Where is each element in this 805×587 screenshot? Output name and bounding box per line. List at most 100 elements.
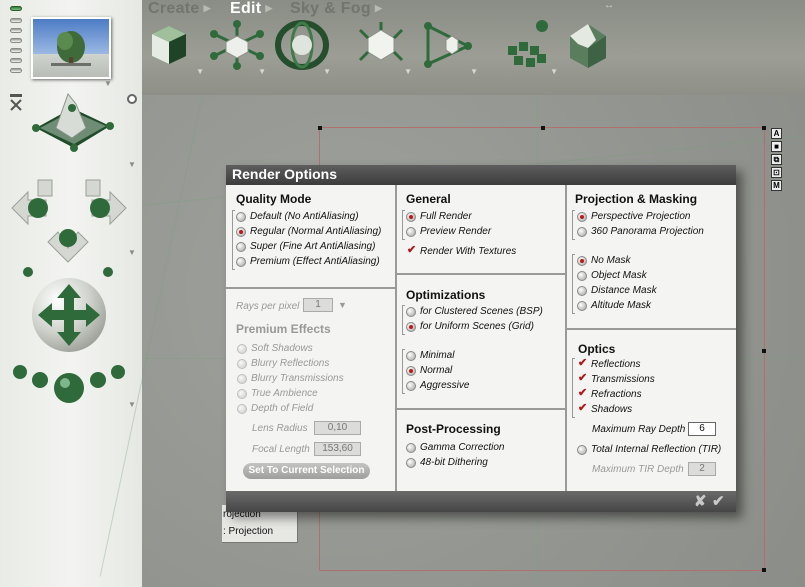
selection-handle[interactable] [318,126,322,130]
optimization-clustered-bsp[interactable]: for Clustered Scenes (BSP) [406,306,543,318]
optimization-aggressive[interactable]: Aggressive [406,380,469,392]
premium-effect-blurry-reflections[interactable]: Blurry Reflections [237,358,329,370]
optics-reflections-checkbox[interactable]: ✔ Reflections [577,357,640,371]
radio-selected-icon[interactable] [406,366,416,376]
optimization-minimal[interactable]: Minimal [406,350,454,362]
radio-icon[interactable] [577,271,587,281]
tab-sky-fog[interactable]: Sky & Fog ▶ [290,0,382,18]
radio-icon[interactable] [237,389,247,399]
radio-dot-icon[interactable] [127,94,137,104]
set-to-current-selection-button[interactable]: Set To Current Selection [243,463,370,479]
premium-effect-depth-of-field[interactable]: Depth of Field [237,403,313,415]
scene-preview-thumbnail[interactable] [31,17,111,79]
radio-icon[interactable] [577,286,587,296]
optimization-normal[interactable]: Normal [406,365,452,377]
radio-icon[interactable] [237,344,247,354]
checkmark-icon[interactable]: ✔ [578,402,587,414]
tir-option[interactable]: Total Internal Reflection (TIR) [577,444,721,456]
mask-altitude[interactable]: Altitude Mask [577,300,651,312]
max-tir-depth-field[interactable]: 2 [688,462,716,476]
rays-dropdown-arrow-icon[interactable]: ▼ [338,300,347,310]
slider-notch[interactable] [10,68,22,73]
projection-panorama-360[interactable]: 360 Panorama Projection [577,226,704,238]
rotate-sphere-icon[interactable] [32,278,106,352]
radio-selected-icon[interactable] [406,322,416,332]
lens-radius-field[interactable]: 0,10 [314,421,361,435]
post-gamma-correction[interactable]: Gamma Correction [406,442,504,454]
radio-selected-icon[interactable] [406,212,416,222]
tab-create[interactable]: Create ▶ [148,0,211,18]
ok-button[interactable]: ✔ [712,492,725,510]
radio-icon[interactable] [577,301,587,311]
quality-option-default[interactable]: Default (No AntiAliasing) [236,211,359,223]
side-icon-layers[interactable]: ⧉ [771,154,782,165]
dialog-title[interactable]: Render Options [226,165,736,185]
radio-icon[interactable] [237,359,247,369]
checkmark-icon[interactable]: ✔ [578,387,587,399]
terrain-object-icon[interactable] [26,88,118,156]
slider-notch[interactable] [10,58,22,63]
tool-menu-arrow[interactable]: ▼ [404,67,412,76]
radio-icon[interactable] [406,443,416,453]
premium-effect-blurry-transmissions[interactable]: Blurry Transmissions [237,373,344,385]
radio-selected-icon[interactable] [577,256,587,266]
slider-notch[interactable] [10,6,22,11]
radio-icon[interactable] [237,404,247,414]
general-option-full-render[interactable]: Full Render [406,211,472,223]
general-option-preview-render[interactable]: Preview Render [406,226,491,238]
resize-arrows-icon[interactable]: ↔ [604,0,614,11]
tool-menu-arrow[interactable]: ▼ [196,67,204,76]
projection-perspective[interactable]: Perspective Projection [577,211,691,223]
move-arrows-icon[interactable] [8,172,130,282]
selection-handle[interactable] [762,349,766,353]
focal-length-field[interactable]: 153,60 [314,442,361,456]
max-ray-depth-field[interactable]: 6 [688,422,716,436]
premium-effect-true-ambience[interactable]: True Ambience [237,388,318,400]
torus-tool-button[interactable]: ▼ [275,20,331,76]
path-tool-button[interactable]: ▼ [422,20,478,76]
deform-tool-button[interactable]: ▼ [356,20,412,76]
thumbnail-menu-arrow[interactable]: ▼ [104,79,112,88]
cube-tool-button[interactable]: ▼ [148,20,204,76]
selection-handle[interactable] [762,126,766,130]
mask-distance[interactable]: Distance Mask [577,285,657,297]
scale-spheres-icon[interactable] [10,360,130,408]
optimization-uniform-grid[interactable]: for Uniform Scenes (Grid) [406,321,534,333]
checkmark-icon[interactable]: ✔ [578,357,587,369]
quality-option-premium[interactable]: Premium (Effect AntiAliasing) [236,256,380,268]
tab-edit[interactable]: Edit ▶ [230,0,273,18]
checkmark-icon[interactable]: ✔ [578,372,587,384]
side-icon-frame[interactable]: ⊡ [771,167,782,178]
radio-icon[interactable] [577,445,587,455]
slider-notch[interactable] [10,28,22,33]
optics-transmissions-checkbox[interactable]: ✔ Transmissions [577,372,655,386]
tool-menu-arrow[interactable]: ▼ [258,67,266,76]
terrain-tool-button[interactable] [566,20,616,74]
radio-icon[interactable] [236,212,246,222]
premium-effect-soft-shadows[interactable]: Soft Shadows [237,343,313,355]
terrain-menu-arrow[interactable]: ▼ [128,160,136,169]
radio-icon[interactable] [236,257,246,267]
side-icon-a[interactable]: A [771,128,782,139]
selection-handle[interactable] [541,126,545,130]
radio-icon[interactable] [406,227,416,237]
tool-menu-arrow[interactable]: ▼ [550,67,558,76]
mask-object[interactable]: Object Mask [577,270,647,282]
director-chair-icon[interactable] [9,92,23,112]
radio-icon[interactable] [406,458,416,468]
transform-tool-button[interactable]: ▼ [210,20,266,76]
radio-selected-icon[interactable] [577,212,587,222]
quality-option-regular[interactable]: Regular (Normal AntiAliasing) [236,226,381,238]
radio-icon[interactable] [406,381,416,391]
tool-menu-arrow[interactable]: ▼ [323,67,331,76]
radio-icon[interactable] [406,307,416,317]
post-48bit-dithering[interactable]: 48-bit Dithering [406,457,488,469]
radio-icon[interactable] [237,374,247,384]
render-with-textures-checkbox[interactable]: ✔ Render With Textures [406,244,516,258]
slider-notch[interactable] [10,38,22,43]
cancel-button[interactable]: ✘ [694,492,707,510]
tool-menu-arrow[interactable]: ▼ [470,67,478,76]
slider-notch[interactable] [10,18,22,23]
rays-per-pixel-field[interactable]: 1 [303,298,333,312]
quality-option-super[interactable]: Super (Fine Art AntiAliasing) [236,241,375,253]
